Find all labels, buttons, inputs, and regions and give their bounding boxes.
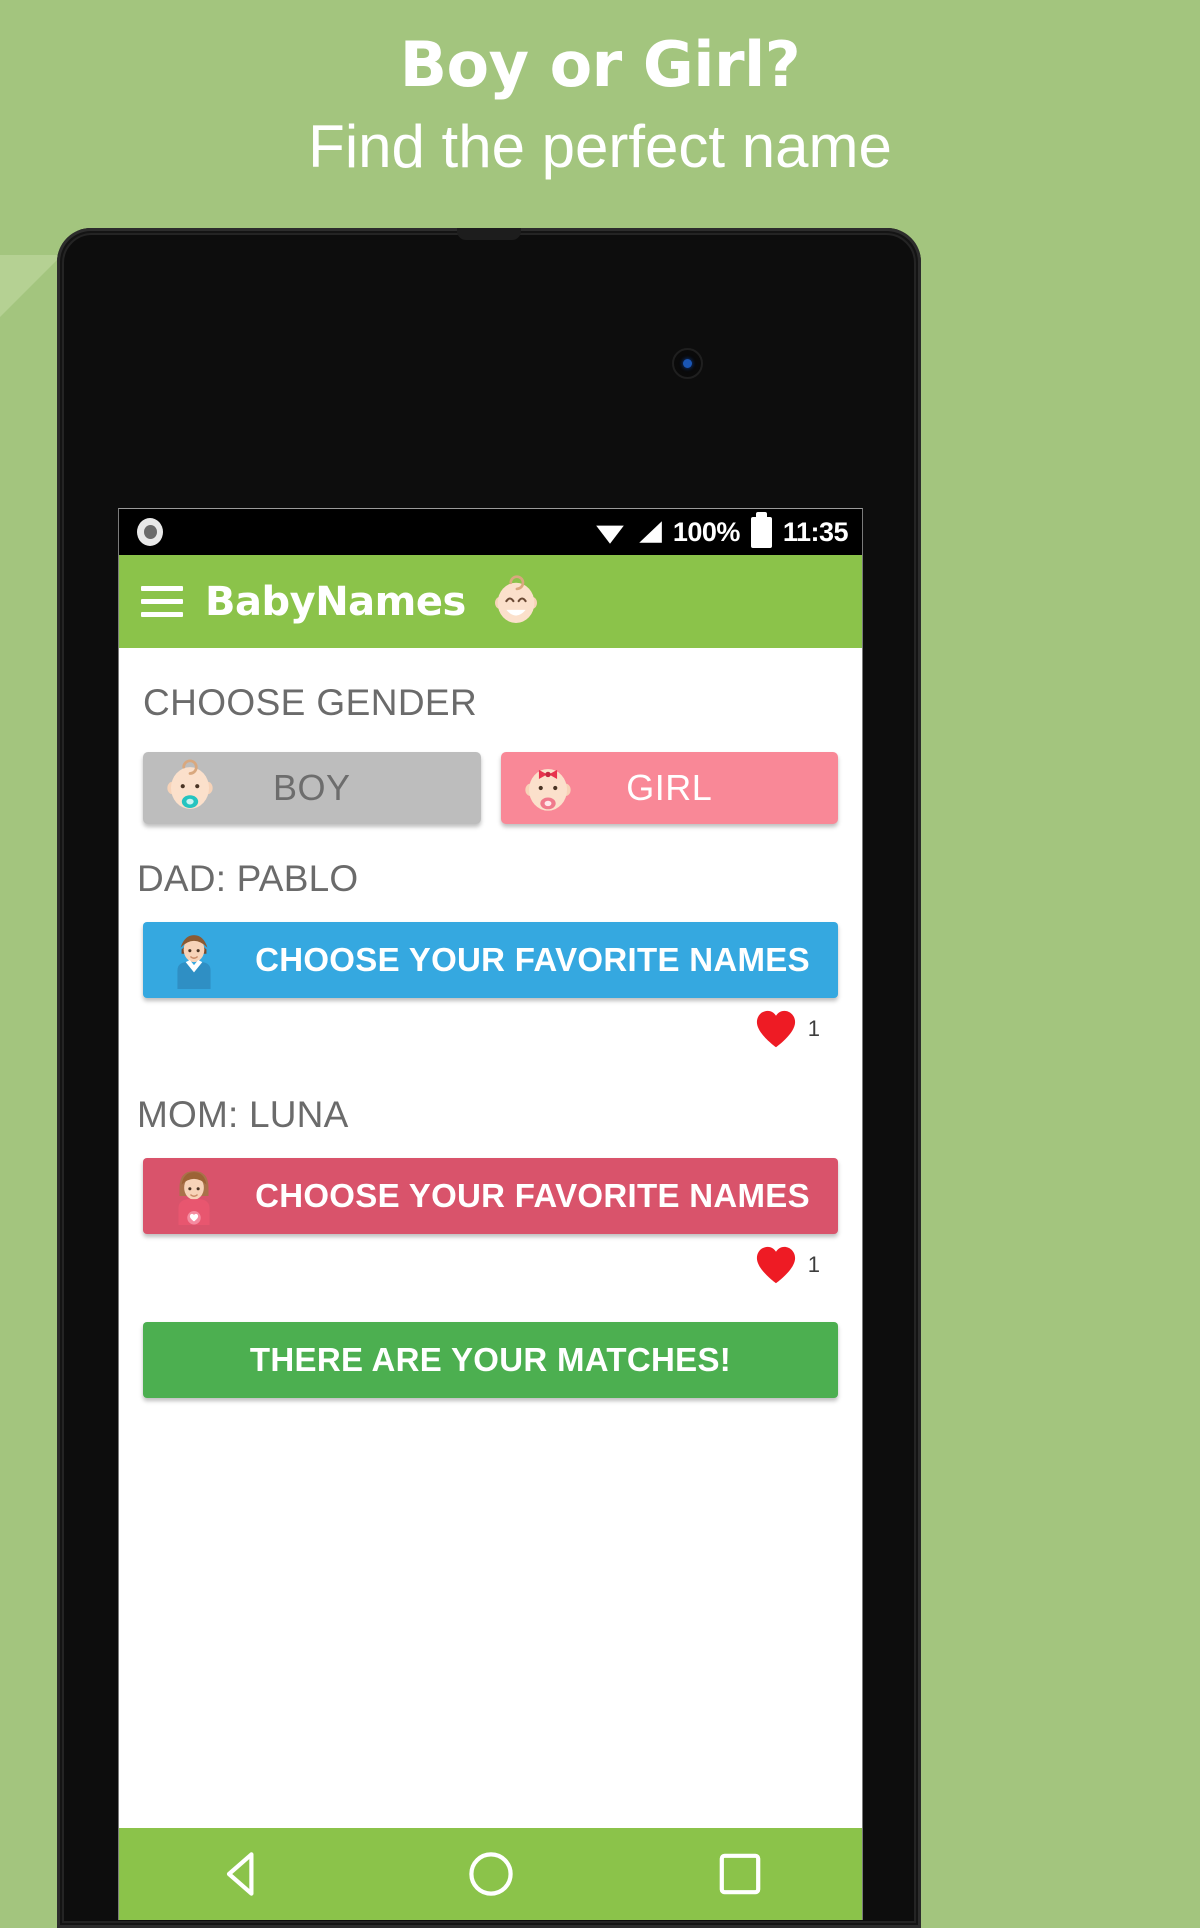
main-content: CHOOSE GENDER BOY GIRL DAD: PABLO CHOOSE… bbox=[119, 648, 862, 1920]
promo-title: Boy or Girl? bbox=[399, 28, 801, 101]
mom-label: MOM: LUNA bbox=[137, 1094, 349, 1135]
recents-square-icon[interactable] bbox=[712, 1846, 768, 1902]
woman-avatar-icon bbox=[178, 1171, 210, 1225]
mom-choose-favorites-label: CHOOSE YOUR FAVORITE NAMES bbox=[255, 1177, 810, 1214]
dad-favorites-count: 1 bbox=[807, 1016, 820, 1041]
wifi-icon bbox=[596, 525, 624, 544]
mom-favorites-count: 1 bbox=[807, 1252, 820, 1277]
status-bar-right: 100% 11:35 bbox=[593, 511, 849, 548]
device-speaker-notch bbox=[457, 228, 521, 240]
baby-face-icon bbox=[494, 574, 537, 623]
record-circle-icon bbox=[137, 518, 163, 546]
dad-choose-favorites-label: CHOOSE YOUR FAVORITE NAMES bbox=[255, 941, 810, 978]
phone-screen: 100% 11:35 BabyNames CHOOSE GENDER BOY G… bbox=[118, 508, 863, 1920]
front-camera-icon bbox=[672, 348, 703, 379]
dad-label: DAD: PABLO bbox=[137, 858, 359, 899]
heart-icon bbox=[756, 1010, 795, 1048]
promo-header: Boy or Girl? Find the perfect name bbox=[0, 0, 1200, 215]
heart-icon bbox=[756, 1246, 795, 1284]
promo-subtitle: Find the perfect name bbox=[308, 113, 892, 181]
back-triangle-icon[interactable] bbox=[215, 1846, 271, 1902]
dad-choose-favorites-button[interactable]: CHOOSE YOUR FAVORITE NAMES bbox=[143, 922, 838, 998]
battery-icon bbox=[750, 511, 772, 548]
hamburger-menu-icon[interactable] bbox=[141, 586, 183, 617]
camera-lens bbox=[683, 359, 692, 368]
gender-option-girl[interactable]: GIRL bbox=[500, 752, 838, 824]
gender-selector: BOY GIRL bbox=[119, 724, 862, 824]
mom-favorites-counter: 1 bbox=[119, 1234, 862, 1296]
signal-icon bbox=[639, 521, 662, 543]
gender-option-boy[interactable]: BOY bbox=[143, 752, 481, 824]
status-bar-left bbox=[137, 518, 593, 546]
baby-girl-face-icon bbox=[524, 768, 571, 811]
choose-gender-label: CHOOSE GENDER bbox=[143, 682, 478, 723]
android-navigation-bar bbox=[119, 1828, 862, 1920]
home-circle-icon[interactable] bbox=[463, 1846, 519, 1902]
app-bar: BabyNames bbox=[119, 555, 862, 648]
dad-favorites-counter: 1 bbox=[119, 998, 862, 1060]
show-matches-button[interactable]: THERE ARE YOUR MATCHES! bbox=[143, 1322, 838, 1398]
corner-decoration bbox=[0, 255, 62, 317]
status-bar: 100% 11:35 bbox=[119, 509, 862, 555]
battery-percent-label: 100% bbox=[672, 516, 741, 547]
clock-label: 11:35 bbox=[782, 516, 849, 547]
mom-choose-favorites-button[interactable]: CHOOSE YOUR FAVORITE NAMES bbox=[143, 1158, 838, 1234]
app-title: BabyNames bbox=[205, 578, 466, 625]
show-matches-label: THERE ARE YOUR MATCHES! bbox=[249, 1341, 732, 1378]
man-avatar-icon bbox=[177, 935, 211, 989]
baby-boy-face-icon bbox=[167, 759, 213, 809]
